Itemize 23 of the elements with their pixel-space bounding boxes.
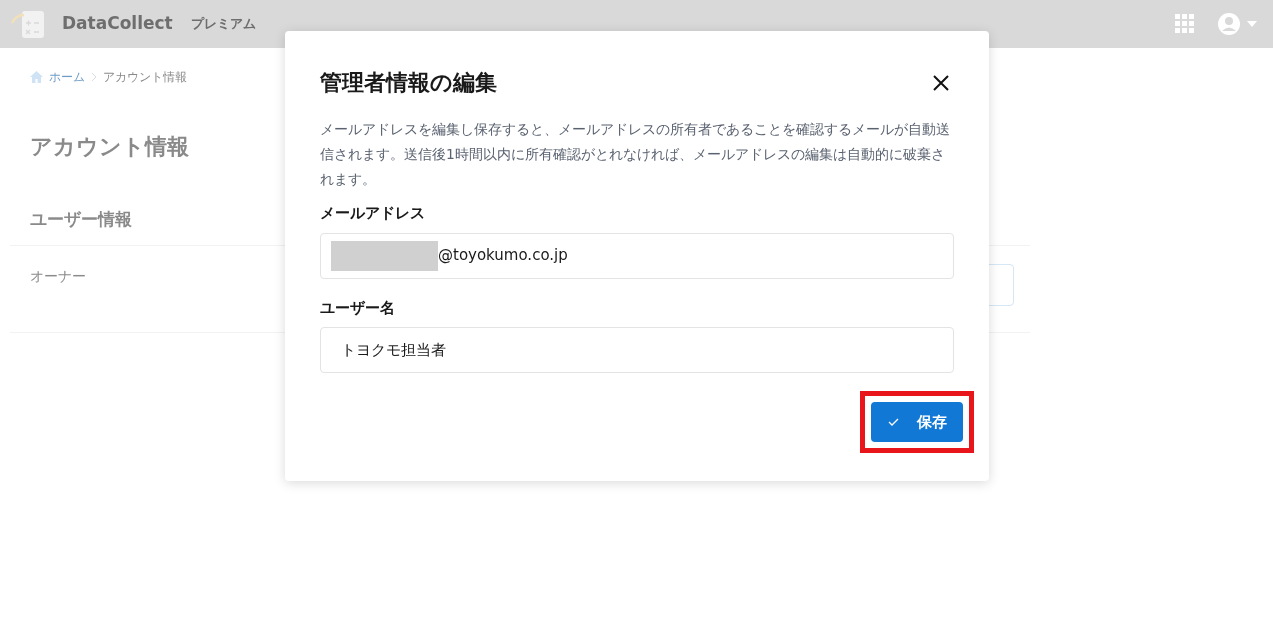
save-button[interactable]: 保存 [871,402,963,442]
home-icon [30,71,43,83]
dialog-title: 管理者情報の編集 [320,69,497,97]
caret-icon[interactable] [1247,21,1257,27]
field-value: @toyokumo.co.jp [438,245,568,267]
breadcrumb-current: アカウント情報 [103,69,187,86]
dialog-description: メールアドレスを編集し保存すると、メールアドレスの所有者であることを確認するメールが自動送信されます。送信後1時間以内に所有確認がとれなければ、メールアドレスの編集は自動的に破棄されます。 [320,120,951,189]
page-title: アカウント情報 [30,133,189,161]
chevron-right-icon [91,72,97,82]
apps-grid-icon[interactable] [1175,14,1195,34]
row-label: オーナー [30,266,86,286]
field-label: メールアドレス [320,203,426,224]
close-icon[interactable] [933,74,949,91]
app-name: DataCollect [62,12,173,36]
calculator-logo-icon [10,9,46,39]
section-title: ユーザー情報 [30,208,132,231]
input-field[interactable]: トヨクモ担当者 [320,327,954,373]
field-label: ユーザー名 [320,297,396,319]
field-value: トヨクモ担当者 [341,339,446,361]
input-field[interactable]: @toyokumo.co.jp [320,232,954,279]
user-avatar-icon[interactable] [1217,12,1241,36]
check-icon [887,418,899,426]
plan-label: プレミアム [190,15,256,34]
